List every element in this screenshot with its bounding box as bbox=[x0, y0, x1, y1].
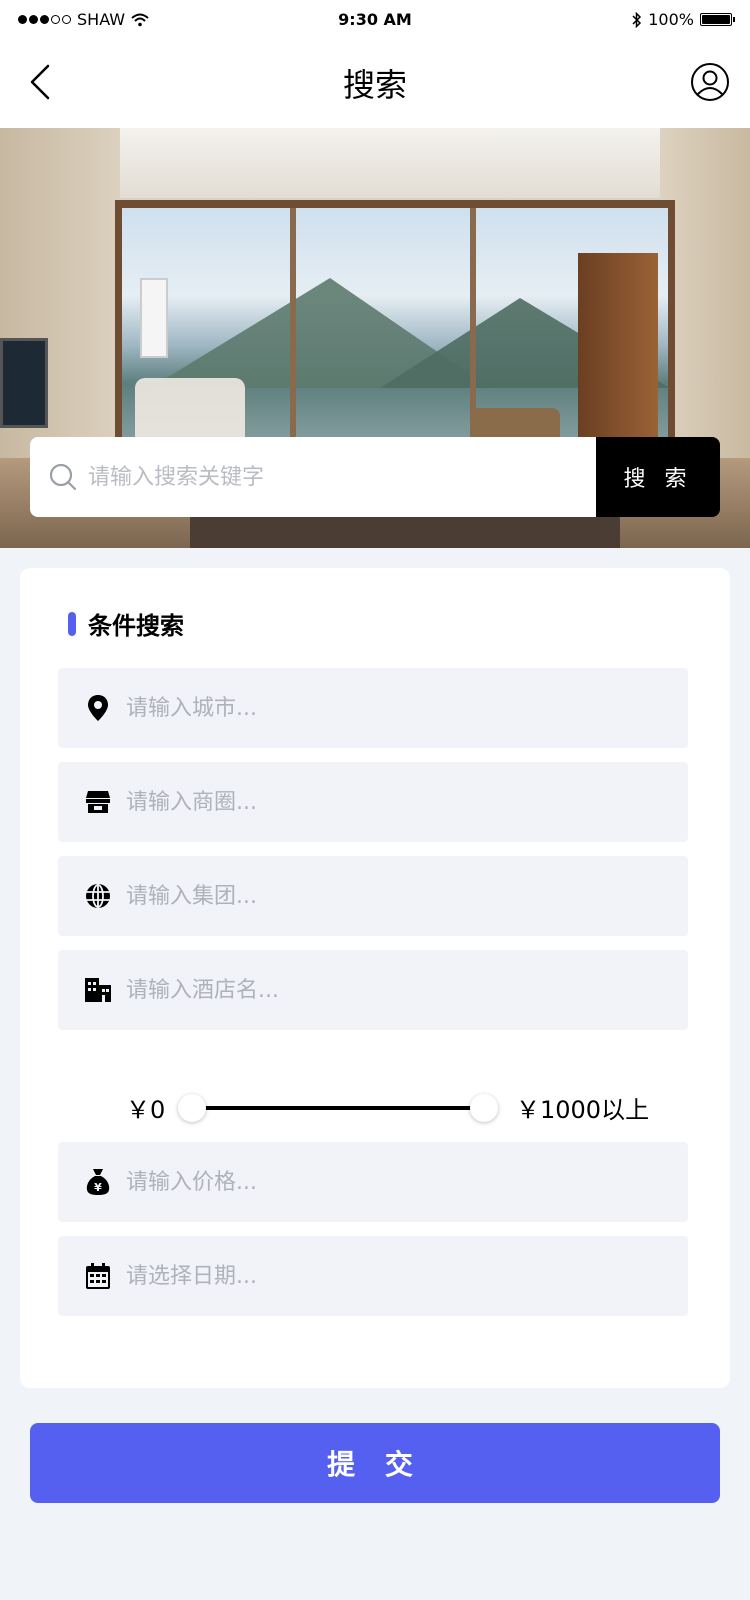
money-bag-icon: ¥ bbox=[84, 1168, 112, 1196]
globe-icon bbox=[84, 882, 112, 910]
price-max-label: ￥1000以上 bbox=[516, 1096, 650, 1124]
back-button[interactable] bbox=[20, 62, 60, 102]
price-range-slider: ￥0 ￥1000以上 bbox=[0, 1068, 750, 1148]
navigation-bar: 搜索 bbox=[0, 40, 750, 128]
status-right: 100% bbox=[632, 10, 735, 29]
search-button[interactable]: 搜 索 bbox=[596, 437, 720, 517]
page-title: 搜索 bbox=[342, 66, 407, 104]
battery-icon bbox=[700, 13, 735, 26]
battery-percentage: 100% bbox=[648, 10, 694, 29]
section-header: 条件搜索 bbox=[68, 606, 184, 641]
profile-button[interactable] bbox=[690, 62, 730, 102]
map-pin-icon bbox=[84, 694, 112, 722]
slider-track[interactable] bbox=[192, 1106, 484, 1110]
user-icon bbox=[691, 63, 729, 101]
date-input[interactable] bbox=[126, 1263, 666, 1289]
slider-handle-min[interactable] bbox=[178, 1094, 206, 1122]
filter-card: 条件搜索 请输入城市... 请输入商圈... 请输入集团... 请输入酒店名..… bbox=[20, 568, 730, 1388]
svg-text:¥: ¥ bbox=[94, 1181, 102, 1194]
hotel-name-input[interactable] bbox=[126, 977, 666, 1003]
chevron-left-icon bbox=[30, 64, 50, 100]
hotel-name-field[interactable] bbox=[58, 950, 688, 1030]
accent-bar bbox=[68, 611, 76, 636]
submit-button[interactable]: 提 交 bbox=[30, 1423, 720, 1503]
building-icon bbox=[84, 976, 112, 1004]
group-input[interactable] bbox=[126, 883, 666, 909]
price-input[interactable] bbox=[126, 1169, 666, 1195]
business-district-input[interactable] bbox=[126, 789, 666, 815]
section-title: 条件搜索 bbox=[88, 612, 184, 640]
calendar-icon bbox=[84, 1262, 112, 1290]
bluetooth-icon bbox=[632, 11, 642, 28]
search-input[interactable] bbox=[88, 464, 558, 490]
storefront-icon bbox=[84, 788, 112, 816]
status-bar: SHAW 9:30 AM 100% bbox=[0, 0, 750, 40]
city-input[interactable] bbox=[126, 695, 666, 721]
group-field[interactable] bbox=[58, 856, 688, 936]
price-field[interactable]: ¥ bbox=[58, 1142, 688, 1222]
price-min-label: ￥0 bbox=[126, 1096, 166, 1124]
city-field[interactable] bbox=[58, 668, 688, 748]
date-field[interactable] bbox=[58, 1236, 688, 1316]
search-bar bbox=[30, 437, 596, 517]
slider-handle-max[interactable] bbox=[470, 1094, 498, 1122]
search-icon bbox=[49, 463, 77, 491]
business-district-field[interactable] bbox=[58, 762, 688, 842]
